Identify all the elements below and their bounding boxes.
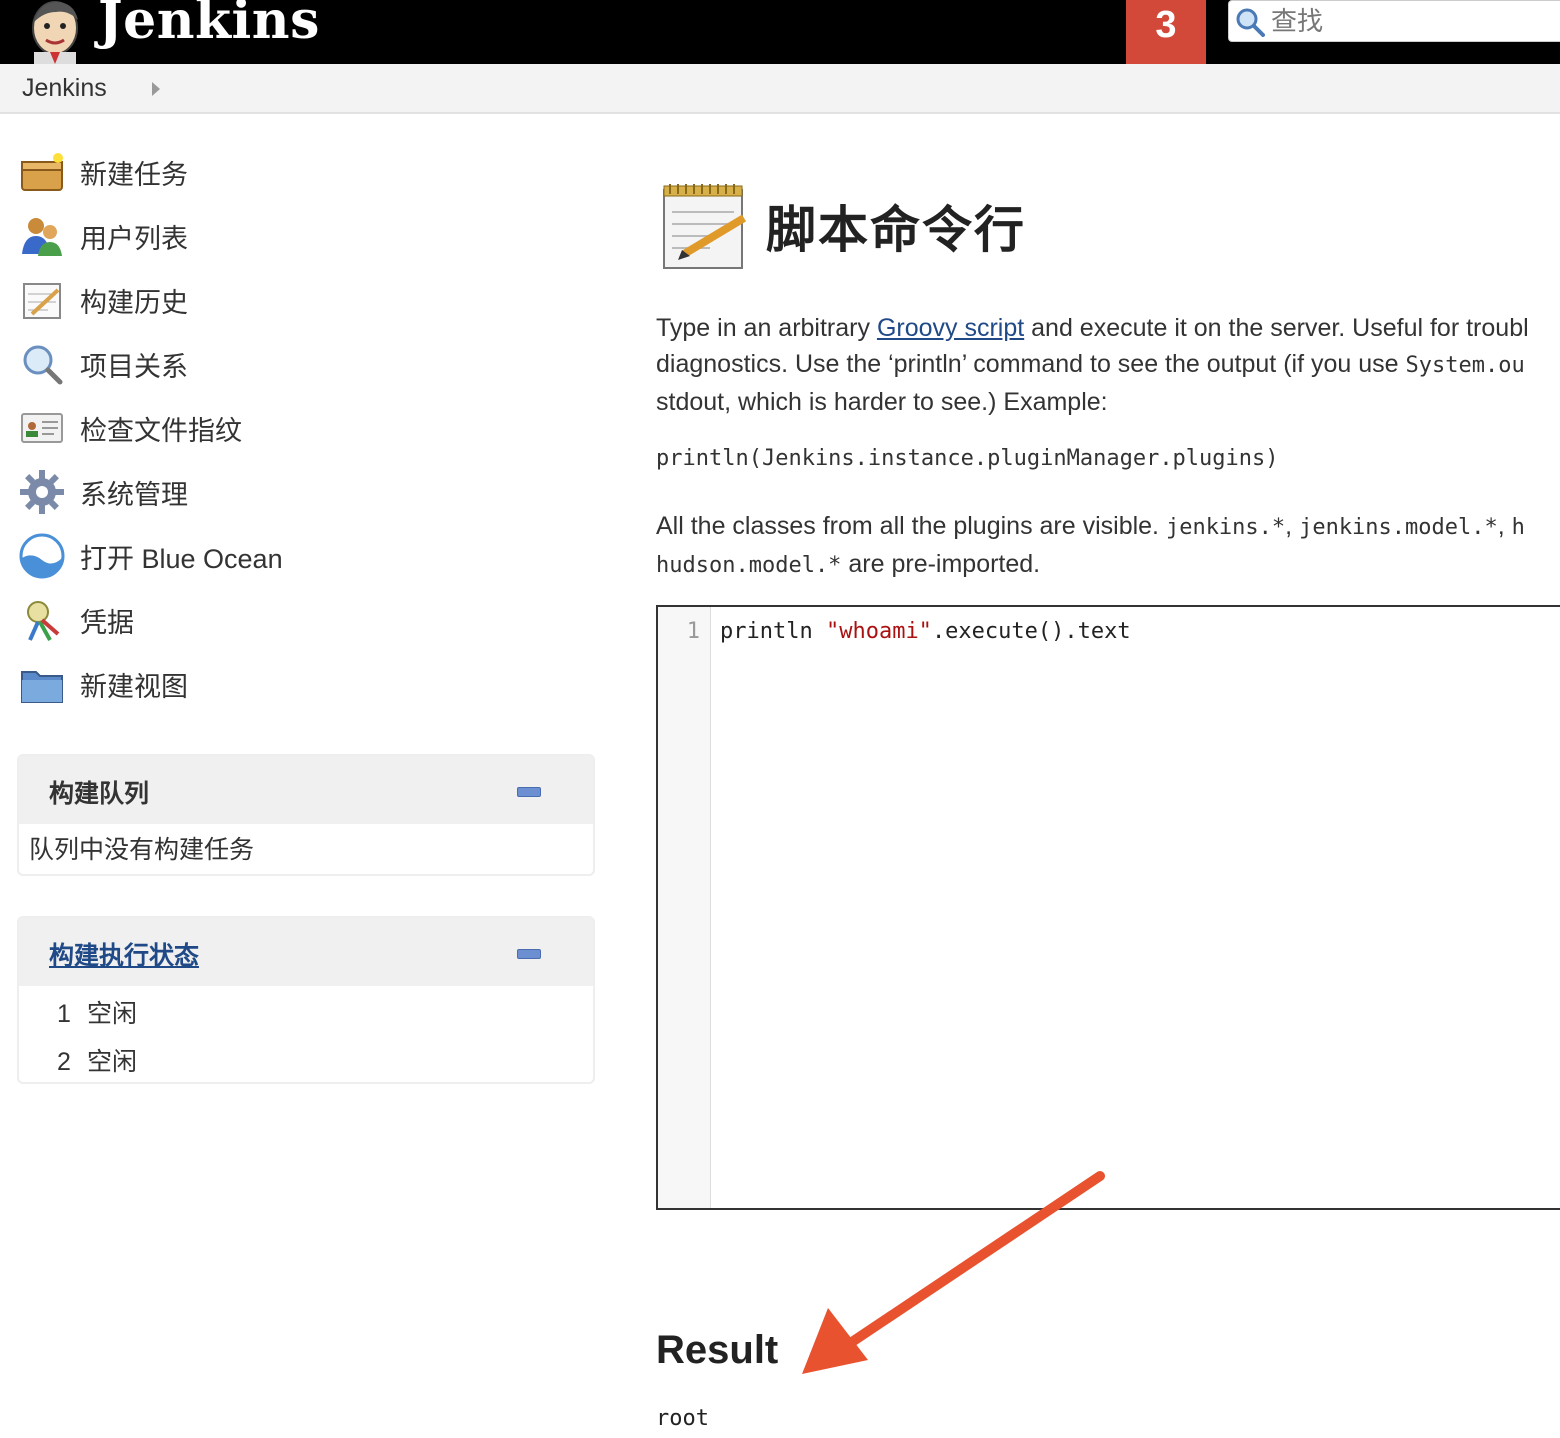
line-number-gutter: 1 [658, 607, 711, 1208]
notification-badge[interactable]: 3 [1126, 0, 1206, 64]
result-output: root [656, 1406, 709, 1431]
sidebar-item-project-relationship[interactable]: 项目关系 [18, 332, 578, 396]
desc-text: All the classes from all the plugins are… [656, 512, 1166, 540]
executor-row: 1 空闲 [19, 990, 593, 1038]
build-queue-empty-text: 队列中没有构建任务 [29, 836, 255, 864]
executor-status: 空闲 [87, 1048, 138, 1076]
desc-text: diagnostics. Use the ‘println’ command t… [656, 350, 1406, 378]
notepad-icon [663, 184, 747, 269]
groovy-script-link[interactable]: Groovy script [877, 314, 1024, 342]
executor-row: 2 空闲 [19, 1038, 593, 1086]
search-input[interactable] [1269, 5, 1553, 38]
search-box[interactable] [1228, 0, 1560, 42]
jenkins-logo-icon[interactable] [20, 0, 90, 64]
build-queue-header: 构建队列 [19, 756, 593, 824]
sidebar-item-label: 检查文件指纹 [80, 415, 242, 446]
sidebar-item-build-history[interactable]: 构建历史 [18, 268, 578, 332]
collapse-icon[interactable] [517, 787, 541, 797]
blue-ocean-icon [18, 532, 66, 580]
search-icon [18, 340, 66, 388]
desc-text: Type in an arbitrary [656, 314, 877, 342]
breadcrumb-item-jenkins[interactable]: Jenkins [22, 74, 107, 103]
desc-text: stdout, which is harder to see.) Example… [656, 388, 1108, 416]
sidebar-item-label: 项目关系 [80, 351, 188, 382]
sidebar-item-new-item[interactable]: 新建任务 [18, 140, 578, 204]
breadcrumb-chevron-icon[interactable] [152, 82, 160, 96]
sidebar-item-blue-ocean[interactable]: 打开 Blue Ocean [18, 524, 578, 588]
code-line[interactable]: println "whoami".execute().text [720, 619, 1131, 644]
executor-number: 2 [57, 1048, 71, 1076]
top-header: Jenkins 3 [0, 0, 1560, 64]
sidebar-item-people[interactable]: 用户列表 [18, 204, 578, 268]
page-title: 脚本命令行 [766, 202, 1026, 258]
desc-text: , [1285, 512, 1300, 540]
sidebar-item-label: 打开 Blue Ocean [80, 543, 283, 574]
annotation-arrow-icon [802, 1171, 1105, 1374]
code-string: "whoami" [825, 619, 932, 644]
desc-code: hudson.model.* [656, 553, 842, 578]
collapse-icon[interactable] [517, 949, 541, 959]
line-number: 1 [686, 619, 700, 644]
sidebar-item-label: 凭据 [80, 607, 134, 638]
people-icon [18, 212, 66, 260]
desc-code: h [1511, 515, 1525, 540]
executor-number: 1 [57, 1000, 71, 1028]
classes-description: All the classes from all the plugins are… [656, 508, 1560, 584]
search-icon [1236, 8, 1265, 37]
executor-status: 空闲 [87, 1000, 138, 1028]
example-code: println(Jenkins.instance.pluginManager.p… [656, 446, 1279, 471]
sidebar-item-credentials[interactable]: 凭据 [18, 588, 578, 652]
desc-text: are pre-imported. [841, 550, 1041, 578]
executors-title-link[interactable]: 构建执行状态 [49, 936, 199, 972]
sidebar-item-label: 新建视图 [80, 671, 188, 702]
sidebar-item-label: 新建任务 [80, 159, 188, 190]
sidebar-item-label: 构建历史 [80, 287, 188, 318]
desc-code: System.ou [1405, 353, 1525, 378]
build-queue-title: 构建队列 [49, 780, 150, 808]
sidebar-item-new-view[interactable]: 新建视图 [18, 652, 578, 716]
result-title: Result [656, 1328, 779, 1372]
desc-text: , [1497, 512, 1512, 540]
desc-text: and execute it on the server. Useful for… [1024, 314, 1529, 342]
breadcrumb: Jenkins [0, 64, 1560, 114]
new-item-icon [18, 148, 66, 196]
desc-code: jenkins.model.* [1299, 515, 1498, 540]
code-token: println [720, 619, 826, 644]
gear-icon [18, 468, 66, 516]
sidebar-item-label: 用户列表 [80, 223, 188, 254]
script-description: Type in an arbitrary Groovy script and e… [656, 310, 1560, 420]
executors-pane: 构建执行状态 1 空闲 2 空闲 [17, 916, 595, 1084]
brand-title[interactable]: Jenkins [98, 0, 320, 51]
sidebar-item-fingerprint[interactable]: 检查文件指纹 [18, 396, 578, 460]
desc-code: jenkins.* [1165, 515, 1286, 540]
sidebar-item-label: 系统管理 [80, 479, 188, 510]
script-editor[interactable]: 1 println "whoami".execute().text [656, 605, 1560, 1210]
sidebar-tasks: 新建任务 用户列表 构建历史 项目关系 检查文件指纹 系统管理 打开 Blue … [18, 140, 578, 716]
notepad-icon [18, 276, 66, 324]
folder-icon [18, 660, 66, 708]
executors-header: 构建执行状态 [19, 918, 593, 986]
sidebar-item-manage-jenkins[interactable]: 系统管理 [18, 460, 578, 524]
code-token: .execute().text [931, 619, 1131, 644]
fingerprint-icon [18, 404, 66, 452]
credentials-icon [18, 596, 66, 644]
build-queue-pane: 构建队列 队列中没有构建任务 [17, 754, 595, 876]
